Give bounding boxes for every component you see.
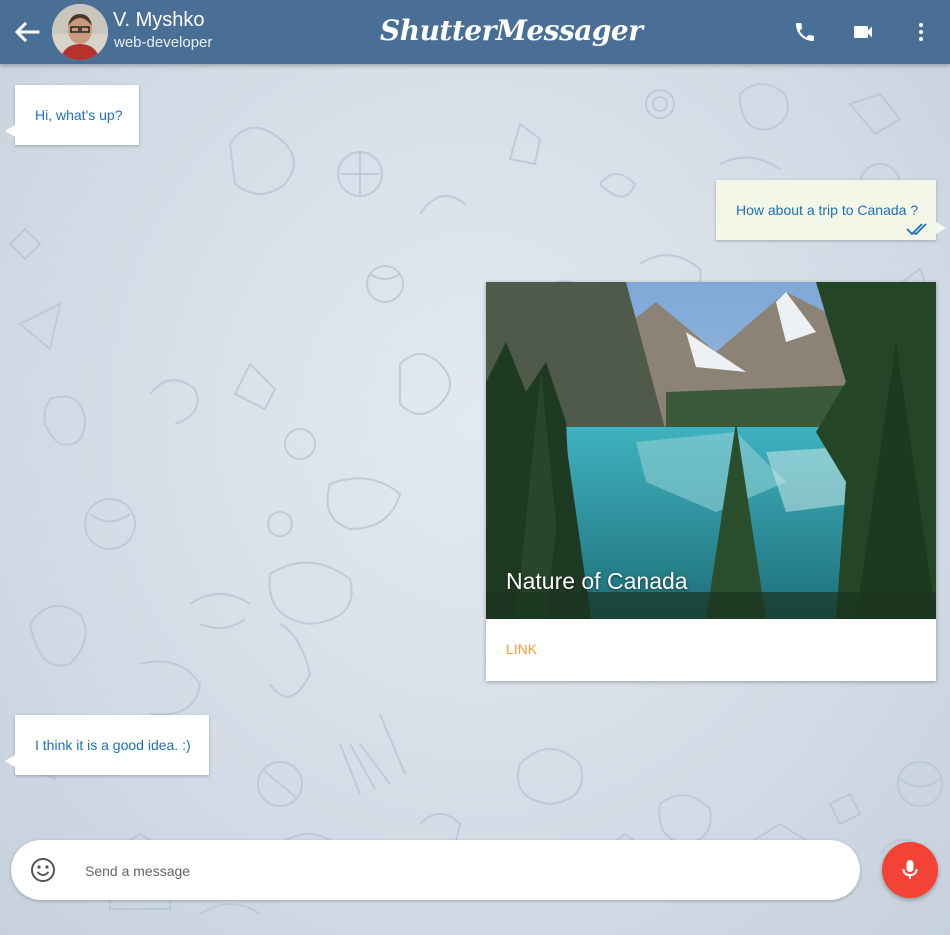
app-header: V. Myshko web-developer ShutterMessager: [0, 0, 950, 64]
message-card[interactable]: Nature of Canada LINK: [486, 282, 936, 681]
phone-icon[interactable]: [793, 20, 817, 44]
message-composer: [11, 840, 860, 900]
card-link[interactable]: LINK: [506, 641, 537, 657]
message-text: How about a trip to Canada ?: [736, 202, 919, 218]
message-text: Hi, what's up?: [35, 107, 123, 123]
message-incoming[interactable]: Hi, what's up?: [5, 85, 139, 145]
contact-status: web-developer: [114, 34, 213, 51]
emoji-icon[interactable]: [30, 857, 56, 883]
card-title: Nature of Canada: [506, 568, 688, 594]
message-outgoing[interactable]: How about a trip to Canada ?: [716, 180, 946, 240]
message-incoming[interactable]: I think it is a good idea. :): [5, 715, 209, 775]
avatar[interactable]: [52, 4, 108, 60]
message-input[interactable]: [83, 858, 827, 884]
mic-icon: [902, 860, 918, 879]
back-arrow-icon[interactable]: [14, 20, 40, 44]
video-call-icon[interactable]: [851, 20, 875, 44]
mic-button[interactable]: [882, 842, 938, 898]
contact-name[interactable]: V. Myshko: [113, 9, 205, 32]
more-vert-icon[interactable]: [909, 20, 933, 44]
read-receipt-icon: [906, 223, 927, 236]
app-brand: ShutterMessager: [380, 14, 643, 47]
message-text: I think it is a good idea. :): [35, 737, 191, 753]
